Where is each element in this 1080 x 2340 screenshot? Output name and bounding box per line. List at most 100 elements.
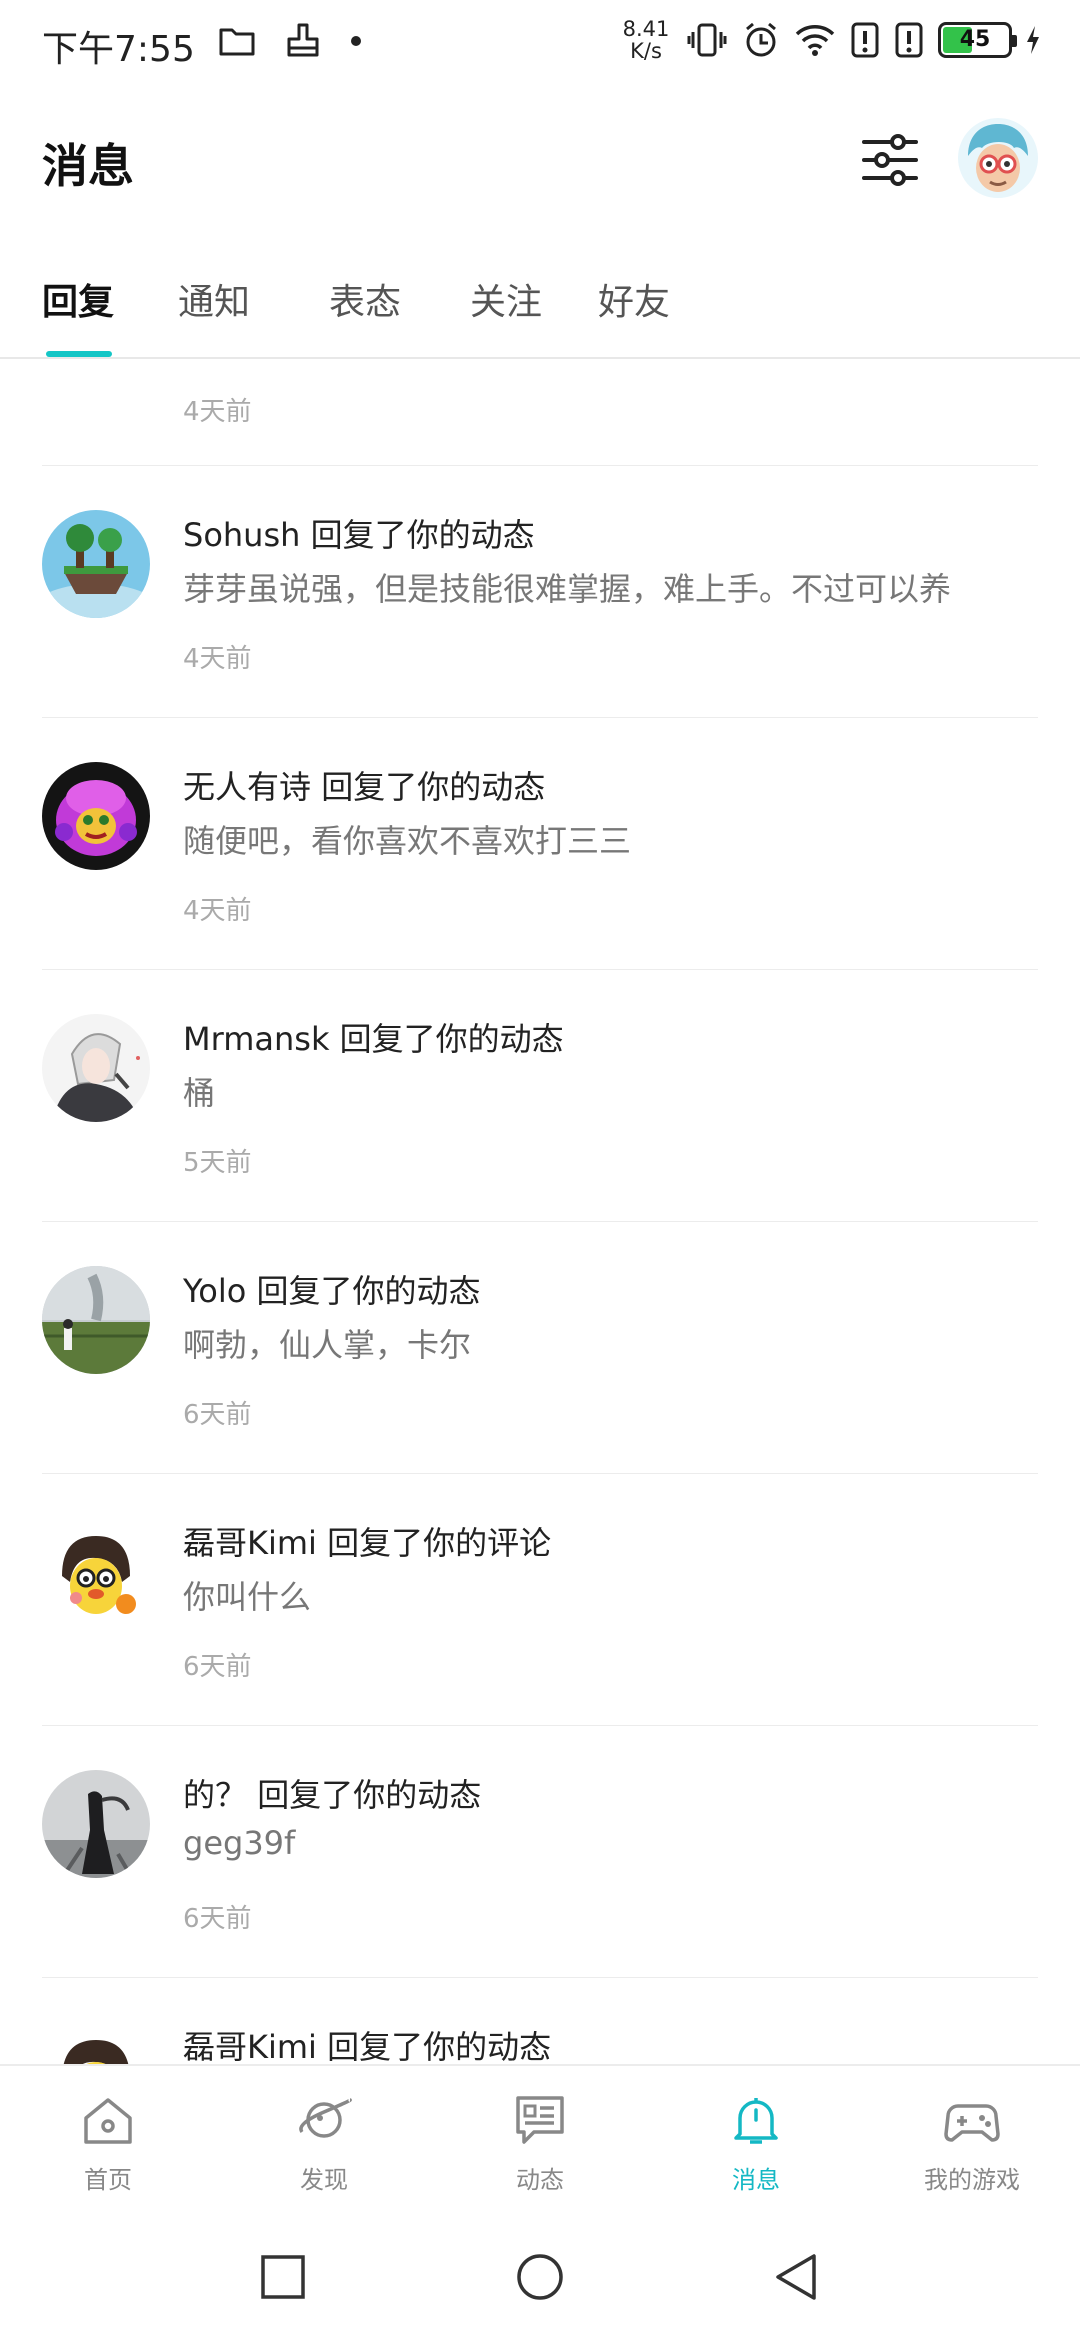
list-item[interactable]: 的？ 回复了你的动态 geg39f 6天前 [0, 1726, 1080, 1978]
avatar[interactable] [42, 1014, 150, 1122]
message-time: 4天前 [183, 397, 252, 427]
message-body: 桶 [183, 1074, 216, 1112]
avatar-image [42, 1266, 150, 1374]
page-header: 消息 [0, 118, 1080, 208]
home-circle-icon[interactable] [515, 2252, 565, 2302]
signal-alert-icon-2 [895, 22, 923, 58]
battery-level: 45 [959, 27, 991, 52]
folder-icon [219, 28, 255, 56]
tab-notice[interactable]: 通知 [178, 273, 250, 325]
avatar-image [42, 1014, 150, 1122]
nav-feed[interactable]: 动态 [432, 2066, 648, 2214]
message-time: 6天前 [183, 1652, 252, 1682]
tab-friends[interactable]: 好友 [598, 273, 670, 325]
message-time: 4天前 [183, 896, 252, 926]
home-icon [84, 2098, 132, 2144]
message-title: 磊哥Kimi 回复了你的动态 [183, 2022, 551, 2065]
recents-icon[interactable] [258, 2252, 308, 2302]
vibrate-icon [687, 23, 727, 57]
message-user[interactable]: Sohush [183, 516, 300, 554]
message-title: 的？ 回复了你的动态 [183, 1770, 481, 1816]
message-action: 回复了你的动态 [310, 516, 535, 554]
status-bar: 下午7:55 8.41 K/s 45 [0, 0, 1080, 88]
status-time: 下午7:55 [42, 29, 195, 70]
gamepad-icon [944, 2104, 1000, 2142]
nav-feed-label: 动态 [516, 2166, 564, 2194]
message-title: Yolo 回复了你的动态 [183, 1266, 481, 1312]
message-user[interactable]: 磊哥Kimi [183, 1524, 317, 1562]
list-item[interactable]: Yolo 回复了你的动态 啊勃，仙人掌，卡尔 6天前 [0, 1222, 1080, 1474]
message-action: 回复了你的动态 [257, 1776, 482, 1814]
charging-icon [1027, 26, 1039, 54]
status-right-icons: 8.41 K/s 45 [620, 18, 1040, 62]
nav-discover[interactable]: 发现 [216, 2066, 432, 2214]
message-tabs: 回复 通知 表态 关注 好友 [0, 255, 1080, 359]
avatar-image [42, 1770, 150, 1878]
avatar[interactable] [42, 762, 150, 870]
dot-icon [351, 36, 361, 46]
net-speed-unit: K/s [630, 39, 662, 63]
message-body: 你叫什么 [183, 1578, 312, 1616]
nav-home[interactable]: 首页 [0, 2066, 216, 2214]
message-action: 回复了你的动态 [321, 768, 546, 806]
list-item[interactable]: 无人有诗 回复了你的动态 随便吧，看你喜欢不喜欢打三三 4天前 [0, 718, 1080, 970]
wifi-icon [795, 25, 835, 56]
message-time: 6天前 [183, 1904, 252, 1934]
message-list: 4天前 Sohush 回复了你的动态 芽芽虽说强，但是技能很难掌握，难上手。不过… [0, 359, 1080, 2065]
avatar[interactable] [42, 2022, 150, 2065]
system-nav-bar [0, 2212, 1080, 2340]
message-body: 啊勃，仙人掌，卡尔 [183, 1326, 472, 1364]
message-user[interactable]: Yolo [183, 1272, 246, 1310]
avatar[interactable] [42, 1770, 150, 1878]
battery-icon: 45 [938, 22, 1017, 58]
status-left-icons [218, 22, 362, 60]
net-speed-value: 8.41 [622, 17, 670, 41]
tab-reaction[interactable]: 表态 [329, 273, 401, 325]
message-action: 回复了你的动态 [256, 1272, 481, 1310]
avatar-image [42, 1518, 150, 1626]
message-action: 回复了你的评论 [327, 1524, 552, 1562]
clean-icon [287, 23, 319, 57]
message-user[interactable]: 磊哥Kimi [183, 2028, 317, 2065]
bottom-nav: 首页 发现 动态 消息 我的游戏 [0, 2064, 1080, 2212]
avatar[interactable] [42, 510, 150, 618]
message-time: 4天前 [183, 644, 252, 674]
alarm-icon [746, 22, 776, 57]
message-action: 回复了你的动态 [339, 1020, 564, 1058]
message-user[interactable]: 的？ [183, 1776, 247, 1814]
list-item[interactable]: Mrmansk 回复了你的动态 桶 5天前 [0, 970, 1080, 1222]
tab-reply[interactable]: 回复 [42, 273, 114, 325]
list-item[interactable]: 磊哥Kimi 回复了你的动态 [0, 1978, 1080, 2065]
message-time: 5天前 [183, 1148, 252, 1178]
list-item[interactable]: Sohush 回复了你的动态 芽芽虽说强，但是技能很难掌握，难上手。不过可以养 … [0, 466, 1080, 718]
avatar-image [42, 762, 150, 870]
message-title: Mrmansk 回复了你的动态 [183, 1014, 564, 1060]
list-item[interactable]: 磊哥Kimi 回复了你的评论 你叫什么 6天前 [0, 1474, 1080, 1726]
nav-messages-label: 消息 [732, 2166, 780, 2194]
message-title: 磊哥Kimi 回复了你的评论 [183, 1518, 551, 1564]
message-user[interactable]: Mrmansk [183, 1020, 329, 1058]
filter-settings-icon[interactable] [860, 130, 920, 190]
message-body: 芽芽虽说强，但是技能很难掌握，难上手。不过可以养 [183, 570, 952, 608]
nav-my-games-label: 我的游戏 [924, 2166, 1020, 2194]
message-body: geg39f [183, 1824, 296, 1862]
message-body: 随便吧，看你喜欢不喜欢打三三 [183, 822, 632, 860]
tab-follow[interactable]: 关注 [470, 273, 542, 325]
message-title: Sohush 回复了你的动态 [183, 510, 535, 556]
message-title: 无人有诗 回复了你的动态 [183, 762, 545, 808]
avatar-image [42, 510, 150, 618]
bell-icon [734, 2098, 778, 2144]
avatar-image [42, 2022, 150, 2065]
back-icon[interactable] [772, 2252, 822, 2302]
user-avatar[interactable] [958, 118, 1038, 198]
nav-messages[interactable]: 消息 [648, 2066, 864, 2214]
signal-alert-icon [851, 22, 879, 58]
avatar[interactable] [42, 1518, 150, 1626]
message-action: 回复了你的动态 [327, 2028, 552, 2065]
message-user[interactable]: 无人有诗 [183, 768, 311, 806]
feed-icon [516, 2096, 564, 2144]
nav-my-games[interactable]: 我的游戏 [864, 2066, 1080, 2214]
avatar[interactable] [42, 1266, 150, 1374]
nav-home-label: 首页 [84, 2166, 132, 2194]
planet-icon [299, 2098, 352, 2138]
